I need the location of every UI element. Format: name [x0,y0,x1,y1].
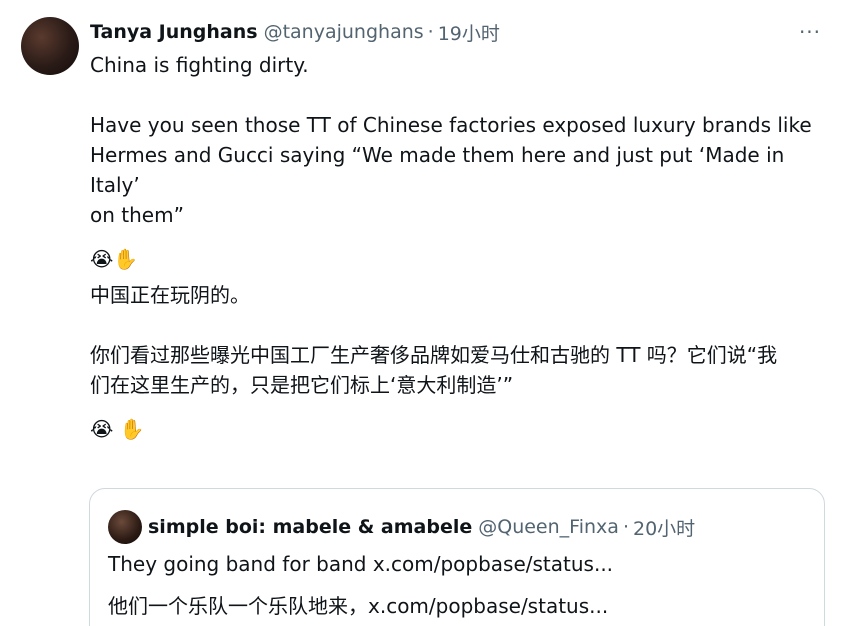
separator-dot: · [427,21,434,43]
emoji-line: 😭 ✋ [90,417,145,441]
tweet-header: Tanya Junghans @tanyajunghans · 19小时 [90,18,500,46]
translated-text-line: 们在这里生产的，只是把它们标上‘意大利制造’” [90,373,514,397]
tweet-text: China is fighting dirty. Have you seen t… [90,50,830,450]
author-handle[interactable]: @tanyajunghans [264,21,424,43]
quoted-author-name[interactable]: simple boi: mabele & amabele [148,516,472,538]
quoted-tweet-text: They going band for band x.com/popbase/s… [108,549,808,626]
text-line: Hermes and Gucci saying “We made them he… [90,143,785,197]
text-line: Have you seen those TT of Chinese factor… [90,113,812,137]
quoted-tweet-header: simple boi: mabele & amabele @Queen_Finx… [108,509,695,545]
timestamp[interactable]: 19小时 [438,19,500,46]
quoted-text-line: 他们一个乐队一个乐队地来，x.com/popbase/status... [108,594,609,618]
separator-dot: · [622,516,629,538]
quoted-text-line: They going band for band x.com/popbase/s… [108,552,614,576]
text-line: China is fighting dirty. [90,53,309,77]
quoted-author-handle[interactable]: @Queen_Finxa [478,516,619,538]
tweet[interactable]: Tanya Junghans @tanyajunghans · 19小时 ···… [0,0,845,626]
quoted-avatar[interactable] [108,510,142,544]
more-options-icon[interactable]: ··· [797,19,823,45]
text-line: on them” [90,203,184,227]
avatar[interactable] [21,17,79,75]
translated-text-line: 你们看过那些曝光中国工厂生产奢侈品牌如爱马仕和古驰的 TT 吗？它们说“我 [90,343,778,367]
translated-text-line: 中国正在玩阴的。 [90,283,250,307]
emoji-line: 😭✋ [90,247,139,271]
quoted-tweet[interactable]: simple boi: mabele & amabele @Queen_Finx… [89,488,825,626]
author-name[interactable]: Tanya Junghans [90,21,258,43]
quoted-timestamp[interactable]: 20小时 [633,514,695,541]
